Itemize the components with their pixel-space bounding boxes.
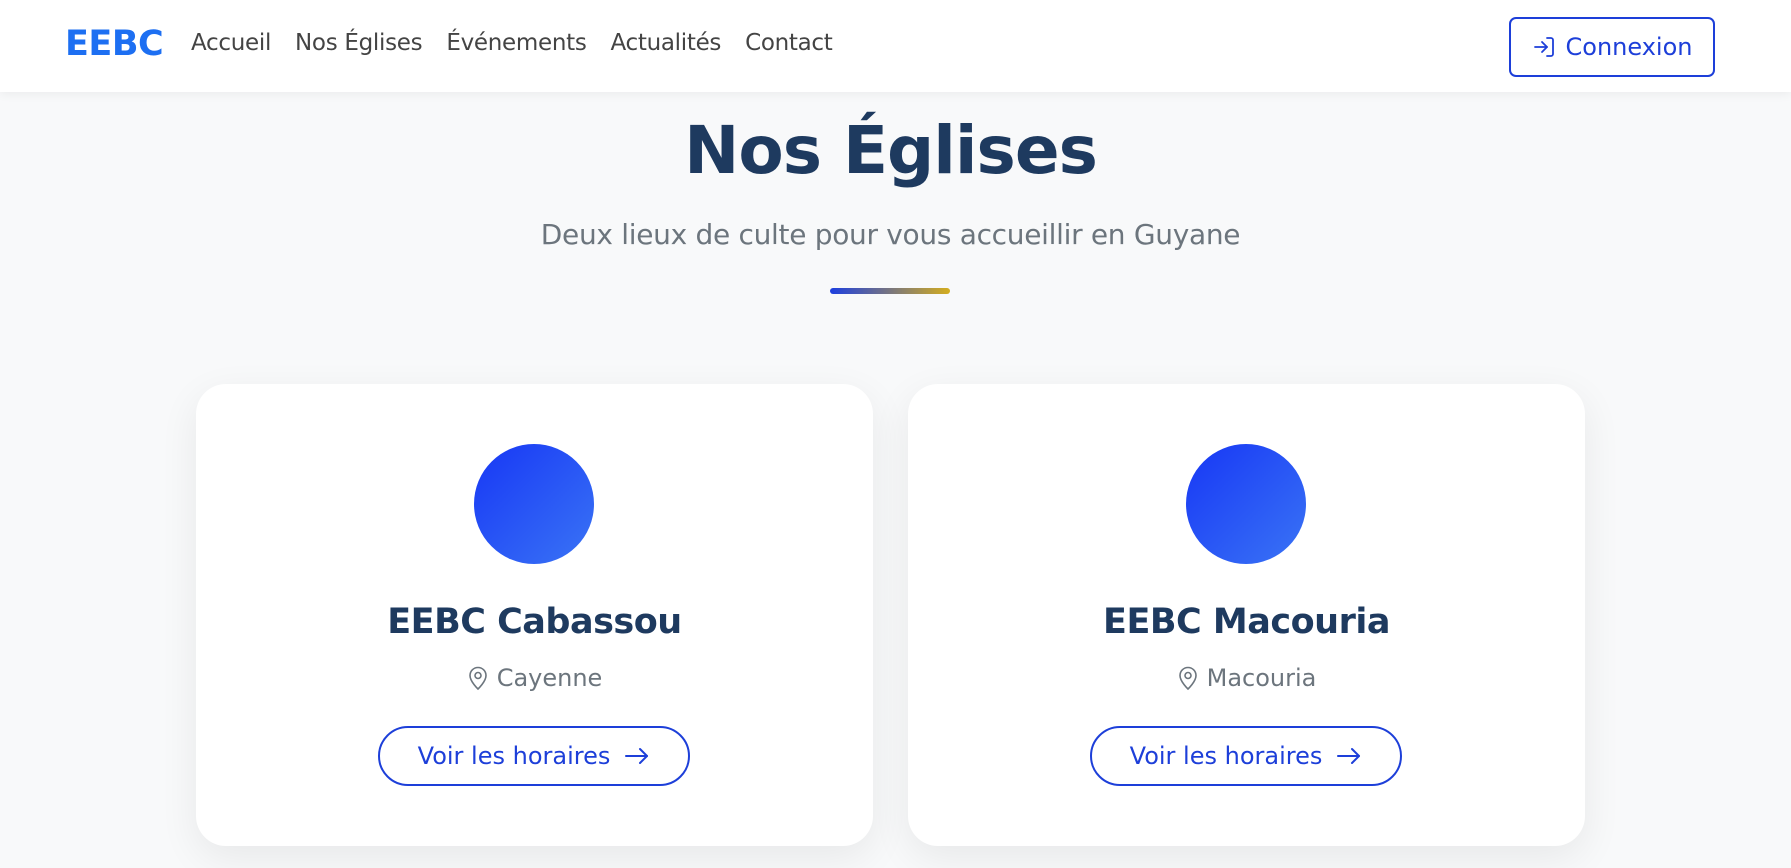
church-location: Cayenne [196,664,873,692]
church-name: EEBC Cabassou [387,602,682,642]
view-schedule-label: Voir les horaires [417,742,611,770]
nav-link-accueil[interactable]: Accueil [191,30,271,56]
map-pin-icon [468,666,487,691]
nav-links: Accueil Nos Églises Événements Actualité… [191,30,857,56]
arrow-right-icon [625,748,649,764]
login-button[interactable]: Connexion [1509,17,1715,77]
nav-link-contact[interactable]: Contact [745,30,833,56]
church-location-label: Macouria [1206,664,1317,692]
church-image-placeholder [1186,444,1306,564]
church-location: Macouria [908,664,1585,692]
view-schedule-label: Voir les horaires [1129,742,1323,770]
church-card-macouria: EEBC Macouria Macouria Voir les horaires [908,384,1585,846]
page-title: Nos Églises [684,112,1098,189]
nav-link-evenements[interactable]: Événements [446,30,586,56]
church-name: EEBC Macouria [1103,602,1390,642]
arrow-right-icon [1337,748,1361,764]
nav-link-actualites[interactable]: Actualités [611,30,722,56]
login-label: Connexion [1565,33,1693,61]
nav-link-nos-eglises[interactable]: Nos Églises [295,30,423,56]
title-divider [830,288,950,294]
view-schedule-button[interactable]: Voir les horaires [1090,726,1402,786]
navbar: EEBC Accueil Nos Églises Événements Actu… [0,0,1791,92]
church-card-cabassou: EEBC Cabassou Cayenne Voir les horaires [196,384,873,846]
page-subtitle: Deux lieux de culte pour vous accueillir… [540,218,1241,251]
view-schedule-button[interactable]: Voir les horaires [378,726,690,786]
map-pin-icon [1178,666,1197,691]
login-icon [1533,37,1554,57]
church-image-placeholder [474,444,594,564]
church-location-label: Cayenne [496,664,603,692]
brand-logo[interactable]: EEBC [65,24,164,64]
